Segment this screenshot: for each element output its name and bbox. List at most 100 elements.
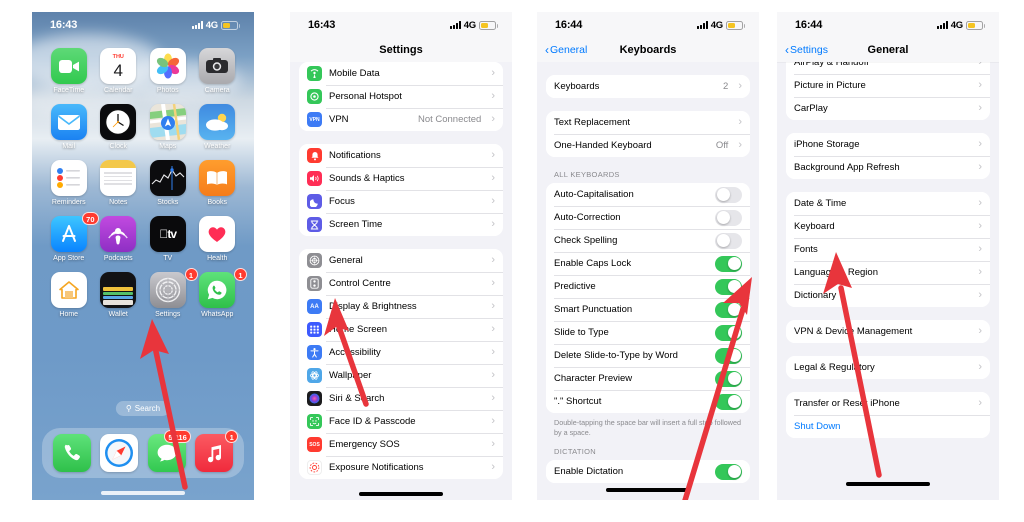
settings-row-keyboards[interactable]: Keyboards 2 › xyxy=(546,75,750,98)
app-books[interactable]: Books xyxy=(193,160,243,206)
app-clock[interactable]: Clock xyxy=(94,104,144,150)
toggle-enable-caps-lock[interactable] xyxy=(715,255,742,272)
settings-row-exposure-notifications[interactable]: Exposure Notifications › xyxy=(299,456,503,479)
dock-app-safari[interactable] xyxy=(100,434,139,472)
settings-row-mobile-data[interactable]: Mobile Data › xyxy=(299,62,503,85)
app-health[interactable]: Health xyxy=(193,216,243,262)
settings-row-smart-punctuation[interactable]: Smart Punctuation xyxy=(546,298,750,321)
chevron-right-icon: › xyxy=(491,67,495,79)
settings-row-vpn[interactable]: VPN VPN Not Connected › xyxy=(299,108,503,131)
app-tv[interactable]: tv TV xyxy=(143,216,193,262)
settings-row-picture-in-picture[interactable]: Picture in Picture › xyxy=(786,74,990,97)
settings-row-date-time[interactable]: Date & Time › xyxy=(786,192,990,215)
toggle-delete-slide-to-type-by-word[interactable] xyxy=(715,347,742,364)
settings-row-auto-capitalisation[interactable]: Auto-Capitalisation xyxy=(546,183,750,206)
toggle-auto-capitalisation[interactable] xyxy=(715,186,742,203)
page-title: General xyxy=(867,44,909,56)
settings-row-vpn-device-management[interactable]: VPN & Device Management › xyxy=(786,320,990,343)
settings-row-one-handed-keyboard[interactable]: One-Handed Keyboard Off › xyxy=(546,134,750,157)
settings-row-keyboard[interactable]: Keyboard › xyxy=(786,215,990,238)
settings-row-sounds-haptics[interactable]: Sounds & Haptics › xyxy=(299,167,503,190)
app-weather[interactable]: Weather xyxy=(193,104,243,150)
settings-row-screen-time[interactable]: Screen Time › xyxy=(299,213,503,236)
chevron-right-icon: › xyxy=(491,323,495,335)
settings-row-wallpaper[interactable]: Wallpaper › xyxy=(299,364,503,387)
dock-app-phone[interactable] xyxy=(52,434,91,472)
app-maps[interactable]: Maps xyxy=(143,104,193,150)
toggle-period-shortcut[interactable] xyxy=(715,393,742,410)
badge-count: 1 xyxy=(225,430,239,443)
emergency-sos-icon: SOS xyxy=(307,437,322,452)
app-mail[interactable]: Mail xyxy=(44,104,94,150)
settings-row-language-region[interactable]: Language & Region › xyxy=(786,261,990,284)
chevron-right-icon: › xyxy=(491,172,495,184)
app-label: WhatsApp xyxy=(201,311,234,318)
settings-row-slide-to-type[interactable]: Slide to Type xyxy=(546,321,750,344)
settings-row-auto-correction[interactable]: Auto-Correction xyxy=(546,206,750,229)
app-calendar[interactable]: THU 4 Calendar xyxy=(94,48,144,94)
settings-row-carplay[interactable]: CarPlay › xyxy=(786,97,990,120)
settings-row-siri-search[interactable]: Siri & Search › xyxy=(299,387,503,410)
row-title: Date & Time xyxy=(794,198,847,209)
row-title: Fonts xyxy=(794,244,818,255)
settings-row-check-spelling[interactable]: Check Spelling xyxy=(546,229,750,252)
status-time: 16:43 xyxy=(308,19,336,31)
app-home[interactable]: Home xyxy=(44,272,94,318)
app-wallet[interactable]: Wallet xyxy=(94,272,144,318)
row-title: Dictionary xyxy=(794,290,837,301)
toggle-check-spelling[interactable] xyxy=(715,232,742,249)
app-settings[interactable]: 1 Settings xyxy=(143,268,198,318)
settings-row-fonts[interactable]: Fonts › xyxy=(786,238,990,261)
toggle-enable-dictation[interactable] xyxy=(715,463,742,480)
settings-row-dictionary[interactable]: Dictionary › xyxy=(786,284,990,307)
app-podcasts[interactable]: Podcasts xyxy=(94,216,144,262)
app-notes[interactable]: Notes xyxy=(94,160,144,206)
toggle-smart-punctuation[interactable] xyxy=(715,301,742,318)
settings-row-delete-slide-to-type-by-word[interactable]: Delete Slide-to-Type by Word xyxy=(546,344,750,367)
settings-row-control-centre[interactable]: Control Centre › xyxy=(299,272,503,295)
status-time: 16:43 xyxy=(50,19,78,31)
settings-list[interactable]: Mobile Data › Personal Hotspot › VPN VPN… xyxy=(290,62,512,500)
settings-row-accessibility[interactable]: Accessibility › xyxy=(299,341,503,364)
settings-row-enable-dictation[interactable]: Enable Dictation xyxy=(546,460,750,484)
settings-row-airplay-handoff[interactable]: AirPlay & Handoff › xyxy=(786,62,990,74)
toggle-slide-to-type[interactable] xyxy=(715,324,742,341)
back-button[interactable]: ‹ General xyxy=(545,44,587,56)
settings-row-shut-down[interactable]: Shut Down xyxy=(786,415,990,438)
keyboards-list[interactable]: Keyboards 2 › Text Replacement › One-Han… xyxy=(537,64,759,500)
settings-row-transfer-or-reset-iphone[interactable]: Transfer or Reset iPhone › xyxy=(786,392,990,415)
camera-icon xyxy=(199,48,236,84)
settings-row-legal-regulatory[interactable]: Legal & Regulatory › xyxy=(786,356,990,379)
settings-row-predictive[interactable]: Predictive xyxy=(546,275,750,298)
settings-row-focus[interactable]: Focus › xyxy=(299,190,503,213)
settings-row-background-app-refresh[interactable]: Background App Refresh › xyxy=(786,156,990,179)
app-whatsapp[interactable]: 1 WhatsApp xyxy=(193,268,247,318)
app-stocks[interactable]: Stocks xyxy=(143,160,193,206)
settings-row-notifications[interactable]: Notifications › xyxy=(299,144,503,167)
settings-row-face-id-passcode[interactable]: Face ID & Passcode › xyxy=(299,410,503,433)
app-facetime[interactable]: FaceTime xyxy=(44,48,94,94)
settings-row-enable-caps-lock[interactable]: Enable Caps Lock xyxy=(546,252,750,275)
settings-row-character-preview[interactable]: Character Preview xyxy=(546,367,750,390)
toggle-auto-correction[interactable] xyxy=(715,209,742,226)
settings-row-personal-hotspot[interactable]: Personal Hotspot › xyxy=(299,85,503,108)
settings-row-display-brightness[interactable]: AA Display & Brightness › xyxy=(299,295,503,318)
settings-row-period-shortcut[interactable]: "." Shortcut xyxy=(546,390,750,413)
settings-row-home-screen[interactable]: Home Screen › xyxy=(299,318,503,341)
app-camera[interactable]: Camera xyxy=(193,48,243,94)
search-pill[interactable]: ⚲ Search xyxy=(115,401,171,416)
app-photos[interactable]: Photos xyxy=(143,48,193,94)
status-bar: 16:43 4G xyxy=(32,12,254,38)
settings-row-emergency-sos[interactable]: SOS Emergency SOS › xyxy=(299,433,503,456)
toggle-predictive[interactable] xyxy=(715,278,742,295)
settings-row-iphone-storage[interactable]: iPhone Storage › xyxy=(786,133,990,156)
general-list[interactable]: AirPlay & Handoff › Picture in Picture ›… xyxy=(777,62,999,500)
dock-app-messages[interactable]: 5,116 xyxy=(147,430,191,472)
settings-row-general[interactable]: General › xyxy=(299,249,503,272)
app-appstore[interactable]: 70 App Store xyxy=(44,212,99,262)
back-button[interactable]: ‹ Settings xyxy=(785,44,828,56)
settings-row-text-replacement[interactable]: Text Replacement › xyxy=(546,111,750,134)
app-reminders[interactable]: Reminders xyxy=(44,160,94,206)
toggle-character-preview[interactable] xyxy=(715,370,742,387)
dock-app-music[interactable]: 1 xyxy=(195,430,239,472)
